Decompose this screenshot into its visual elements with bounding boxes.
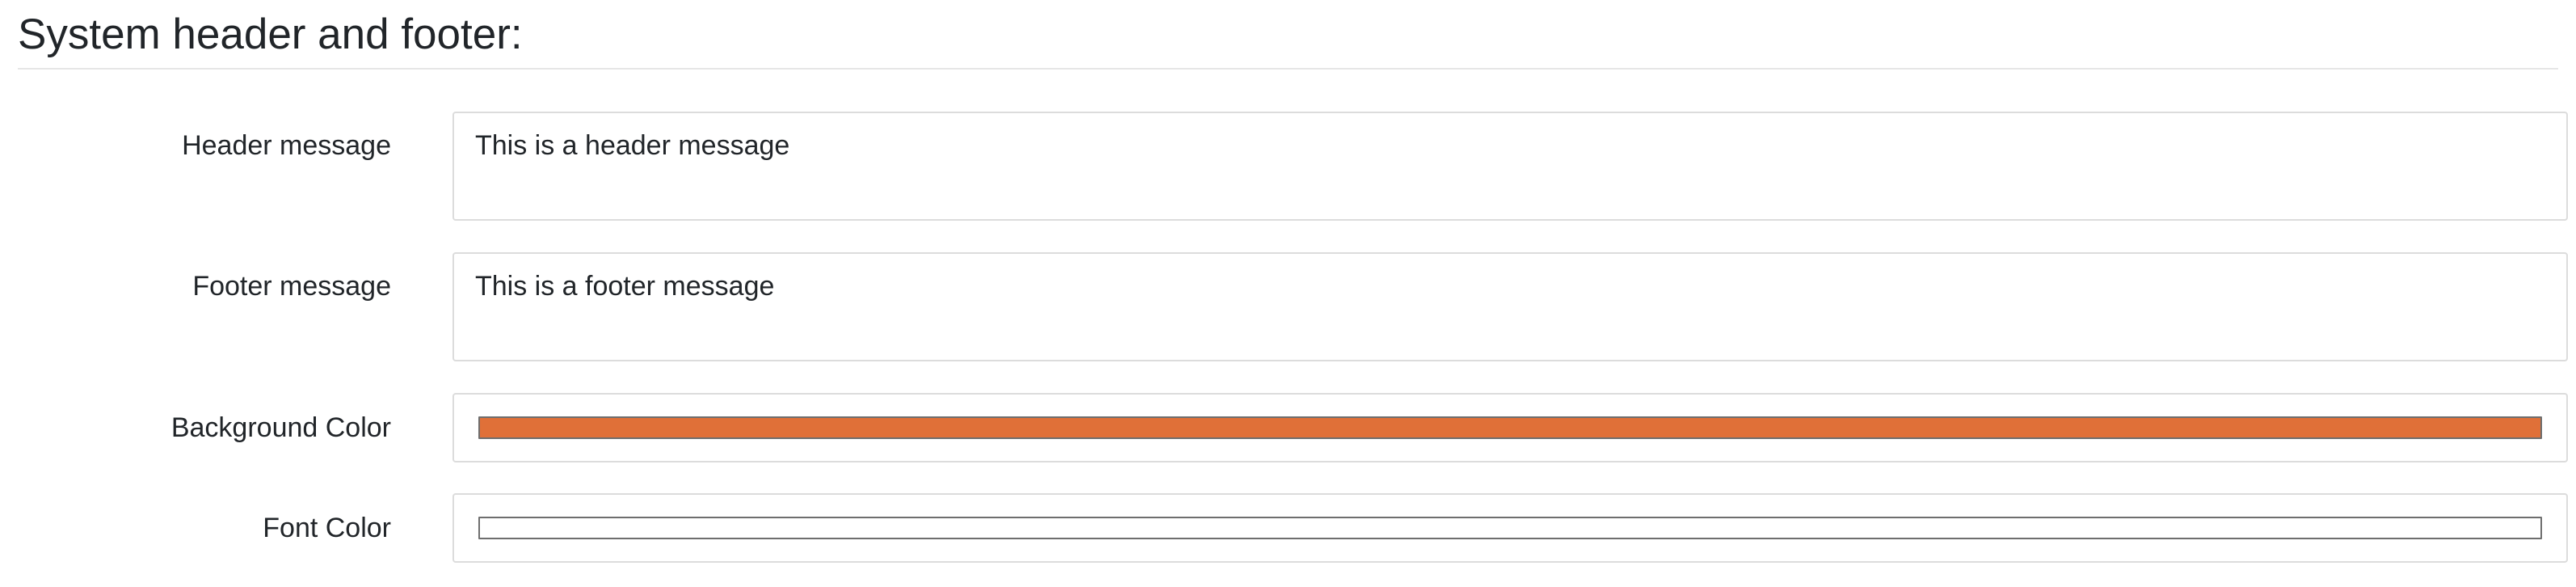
font-color-swatch[interactable] [478, 517, 2542, 539]
header-message-label: Header message [182, 130, 391, 161]
footer-message-label: Footer message [192, 271, 391, 302]
section-title: System header and footer: [18, 11, 523, 58]
background-color-swatch[interactable] [478, 416, 2542, 439]
section-divider [18, 68, 2558, 70]
footer-message-textarea[interactable]: This is a footer message [452, 252, 2568, 361]
background-color-input[interactable] [452, 393, 2568, 462]
header-message-textarea[interactable]: This is a header message [452, 112, 2568, 221]
font-color-input[interactable] [452, 493, 2568, 563]
background-color-label: Background Color [170, 412, 391, 443]
font-color-label: Font Color [263, 513, 391, 543]
